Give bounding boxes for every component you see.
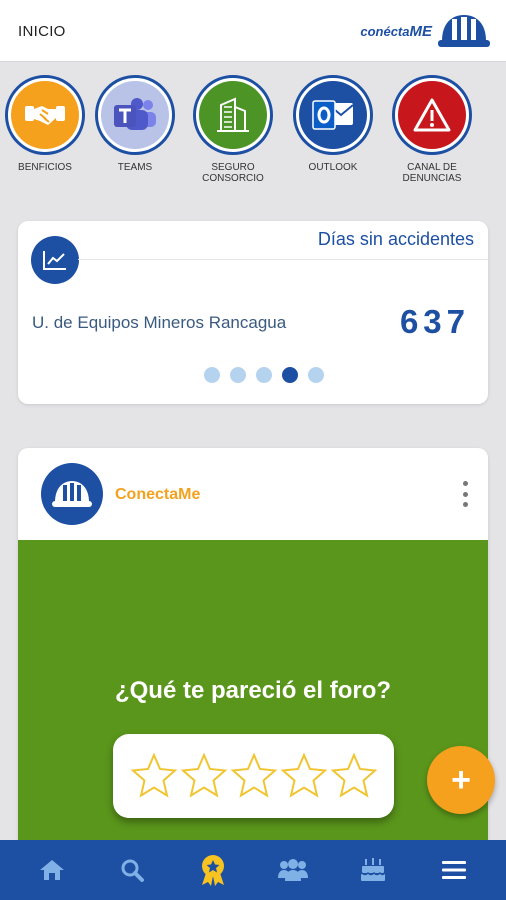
star-icon[interactable] (180, 752, 228, 800)
shortcut-ring (95, 75, 175, 155)
shortcut-ring (5, 75, 85, 155)
rating-stars (113, 734, 394, 818)
post-media: ¿Qué te pareció el foro? (18, 540, 488, 868)
shortcut-teams[interactable]: TEAMS (90, 75, 180, 173)
hardhat-icon (438, 15, 490, 47)
nav-community[interactable] (271, 848, 315, 892)
star-icon[interactable] (280, 752, 328, 800)
hardhat-icon (52, 481, 92, 507)
shortcut-label: TEAMS (117, 162, 153, 173)
outlook-icon (299, 81, 367, 149)
handshake-icon (11, 81, 79, 149)
shortcut-canal-de-denuncias[interactable]: CANAL DE DENUNCIAS (387, 75, 477, 184)
nav-menu[interactable] (432, 848, 476, 892)
brand-logo: conéctaME (360, 8, 492, 54)
days-count: 637 (399, 303, 470, 340)
building-icon (199, 81, 267, 149)
shortcut-seguro-consorcio[interactable]: SEGURO CONSORCIO (188, 75, 278, 184)
nav-search[interactable] (110, 848, 154, 892)
shortcut-label: CANAL DE DENUNCIAS (402, 162, 462, 184)
brand-suffix: ME (409, 22, 433, 40)
star-icon[interactable] (130, 752, 178, 800)
avatar[interactable] (41, 463, 103, 525)
shortcut-ring (193, 75, 273, 155)
accident-free-heading: Días sin accidentes (317, 229, 474, 249)
nav-birthdays[interactable] (351, 848, 395, 892)
teams-icon (101, 81, 169, 149)
pager-dot[interactable] (204, 367, 220, 383)
pager-dot[interactable] (308, 367, 324, 383)
post-author[interactable]: ConectaMe (115, 486, 200, 504)
site-name: U. de Equipos Mineros Rancagua (32, 313, 287, 332)
shortcut-row: BENFICIOS TEAMS SEGURO CONSORCIO OUTLOOK… (0, 75, 506, 195)
shortcut-ring (392, 75, 472, 155)
shortcut-label: OUTLOOK (308, 162, 358, 173)
cake-icon (361, 858, 386, 881)
nav-awards[interactable] (191, 848, 235, 892)
pager-dots (18, 367, 488, 383)
warning-icon (398, 81, 466, 149)
shortcut-outlook[interactable]: OUTLOOK (288, 75, 378, 173)
award-icon (201, 855, 224, 886)
divider (78, 259, 488, 260)
star-icon[interactable] (330, 752, 378, 800)
star-icon[interactable] (230, 752, 278, 800)
pager-dot[interactable] (230, 367, 246, 383)
top-bar: INICIO conéctaME (0, 0, 506, 62)
people-icon (278, 859, 309, 881)
post-card: ConectaMe ¿Qué te pareció el foro? (18, 448, 488, 868)
shortcut-label: SEGURO CONSORCIO (202, 162, 264, 184)
pager-dot-active[interactable] (282, 367, 298, 383)
add-button[interactable]: + (427, 746, 495, 814)
shortcut-ring (293, 75, 373, 155)
post-question: ¿Qué te pareció el foro? (114, 677, 392, 704)
shortcut-label: BENFICIOS (18, 162, 72, 173)
brand-prefix: conécta (360, 23, 410, 39)
menu-icon (441, 861, 466, 879)
page-title: INICIO (18, 23, 66, 40)
nav-home[interactable] (30, 848, 74, 892)
shortcut-beneficios[interactable]: BENFICIOS (0, 75, 90, 173)
search-icon (121, 859, 145, 882)
bottom-nav (0, 840, 506, 900)
brand-wordmark: conéctaME (360, 23, 432, 40)
more-options-icon[interactable] (460, 481, 470, 507)
pager-dot[interactable] (256, 367, 272, 383)
accident-free-card[interactable]: Días sin accidentes U. de Equipos Minero… (18, 221, 488, 404)
home-icon (40, 860, 65, 880)
chart-trend-icon (31, 236, 79, 284)
